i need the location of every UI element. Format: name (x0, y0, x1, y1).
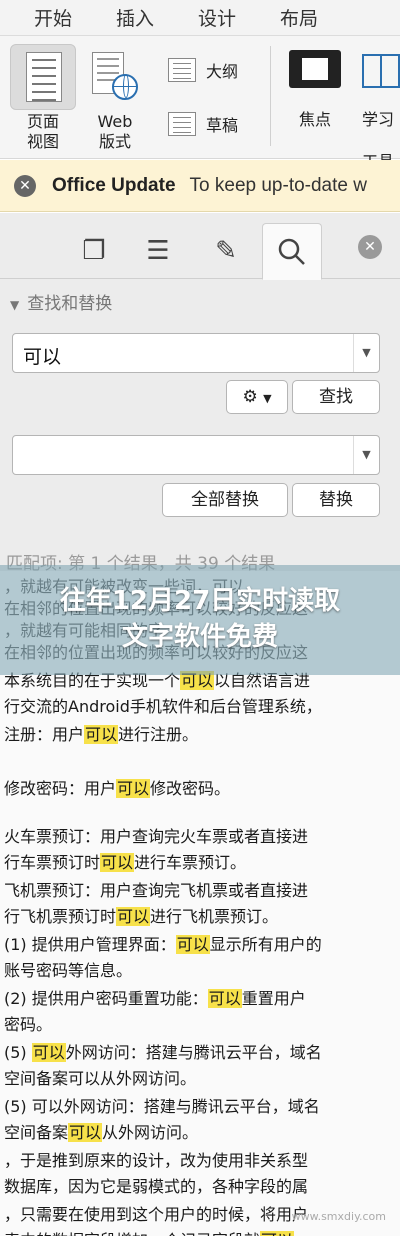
result-item[interactable]: 注册：用户可以进行注册。 (4, 721, 398, 745)
close-icon[interactable]: ✕ (14, 174, 36, 197)
banner-title: 往年12月27日实时读取 文字软件免费 (59, 586, 341, 652)
match-highlight: 可以 (207, 989, 242, 1008)
ribbon-divider (270, 46, 271, 146)
chevron-down-icon[interactable]: ▼ (353, 334, 379, 372)
office-update-bar: ✕ Office Update To keep up-to-date w (0, 160, 400, 212)
result-item[interactable]: 行车票预订时可以进行车票预订。 (4, 849, 398, 873)
result-item[interactable]: (1) 提供用户管理界面：可以显示所有用户的 (4, 931, 398, 955)
tab-copy[interactable]: ❐ (64, 223, 124, 279)
menu-home[interactable]: 开始 (0, 4, 94, 31)
web-layout-label[interactable]: Web 版式 (82, 112, 148, 152)
focus-button[interactable]: 焦点 (282, 50, 348, 130)
edit-icon: ✎ (215, 236, 237, 266)
gear-icon: ⚙ (242, 387, 258, 407)
match-highlight: 可以 (116, 907, 151, 926)
match-highlight: 可以 (260, 1231, 295, 1236)
tab-list[interactable]: ☰ (128, 223, 188, 279)
result-item[interactable]: (5) 可以外网访问：搭建与腾讯云平台，域名 (4, 1039, 398, 1063)
result-item[interactable]: (5) 可以外网访问：搭建与腾讯云平台，域名 (4, 1093, 398, 1117)
result-item[interactable]: 行飞机票预订时可以进行飞机票预订。 (4, 903, 398, 927)
match-highlight: 可以 (84, 725, 119, 744)
find-button[interactable]: 查找 (292, 380, 380, 414)
copy-icon: ❐ (82, 236, 106, 266)
menu-layout[interactable]: 布局 (258, 4, 340, 31)
page-view-icon (26, 52, 62, 102)
collapse-triangle-icon: ▼ (10, 298, 20, 312)
replace-input[interactable]: ▼ (12, 435, 380, 475)
result-item[interactable]: 表中的数据字段增加一个记录字段就可以 (4, 1227, 398, 1236)
result-item[interactable]: 数据库，因为它是弱模式的，各种字段的属 (4, 1173, 398, 1197)
result-item[interactable]: 密码。 (4, 1011, 398, 1035)
find-replace-title[interactable]: ▼ 查找和替换 (10, 289, 112, 314)
replace-button[interactable]: 替换 (292, 483, 380, 517)
menu-insert[interactable]: 插入 (94, 4, 176, 31)
update-message: To keep up-to-date w (189, 174, 367, 196)
outline-button[interactable]: 大纲 (168, 58, 238, 82)
learning-tools-button[interactable]: 学习 工具 (362, 50, 400, 172)
search-icon (278, 238, 305, 265)
web-layout-icon[interactable] (90, 50, 140, 104)
list-icon: ☰ (146, 236, 170, 266)
result-item[interactable]: ，于是推到原来的设计，改为使用非关系型 (4, 1147, 398, 1171)
replace-all-button[interactable]: 全部替换 (162, 483, 288, 517)
tab-edit[interactable]: ✎ (196, 223, 256, 279)
update-title: Office Update (52, 174, 176, 196)
close-panel-icon[interactable]: ✕ (358, 235, 382, 259)
options-gear-button[interactable]: ⚙ ▼ (226, 380, 288, 414)
outline-icon (168, 58, 196, 82)
result-item[interactable]: 账号密码等信息。 (4, 957, 398, 981)
result-item[interactable]: 空间备案可以从外网访问。 (4, 1065, 398, 1089)
result-item[interactable]: 空间备案可以从外网访问。 (4, 1119, 398, 1143)
book-icon (362, 50, 400, 88)
result-item[interactable]: 飞机票预订：用户查询完飞机票或者直接进 (4, 877, 398, 901)
match-highlight: 可以 (68, 1123, 103, 1142)
match-highlight: 可以 (116, 779, 151, 798)
find-replace-panel: ❐ ☰ ✎ ✕ ▼ 查找和替换 可以 ▼ ⚙ ▼ 查找 ▼ 全部替换 替换 匹配项… (0, 213, 400, 1236)
chevron-down-icon: ▼ (263, 392, 272, 405)
draft-icon (168, 112, 196, 136)
match-highlight: 可以 (175, 935, 210, 954)
draft-button[interactable]: 草稿 (168, 112, 238, 136)
focus-icon (289, 50, 341, 88)
ribbon: 页面 视图 Web 版式 大纲 草稿 焦点 学习 工具 (0, 36, 400, 171)
page-view-label: 页面 视图 (26, 112, 59, 151)
menu-design[interactable]: 设计 (176, 4, 258, 31)
search-input[interactable]: 可以 ▼ (12, 333, 380, 373)
panel-tabs: ❐ ☰ ✎ ✕ (0, 213, 400, 280)
result-item[interactable]: (2) 提供用户密码重置功能：可以重置用户 (4, 985, 398, 1009)
match-highlight: 可以 (100, 853, 135, 872)
page-view-button[interactable] (10, 44, 76, 110)
tab-search[interactable] (262, 223, 322, 280)
menu-bar: 开始 插入 设计 布局 (0, 0, 400, 36)
chevron-down-icon[interactable]: ▼ (353, 436, 379, 474)
watermark: www.smxdiy.com (291, 1210, 386, 1223)
result-item[interactable]: 火车票预订：用户查询完火车票或者直接进 (4, 823, 398, 847)
result-item[interactable]: 修改密码：用户可以修改密码。 (4, 775, 398, 799)
result-item[interactable]: 行交流的Android手机软件和后台管理系统， (4, 693, 398, 717)
match-highlight: 可以 (31, 1043, 66, 1062)
